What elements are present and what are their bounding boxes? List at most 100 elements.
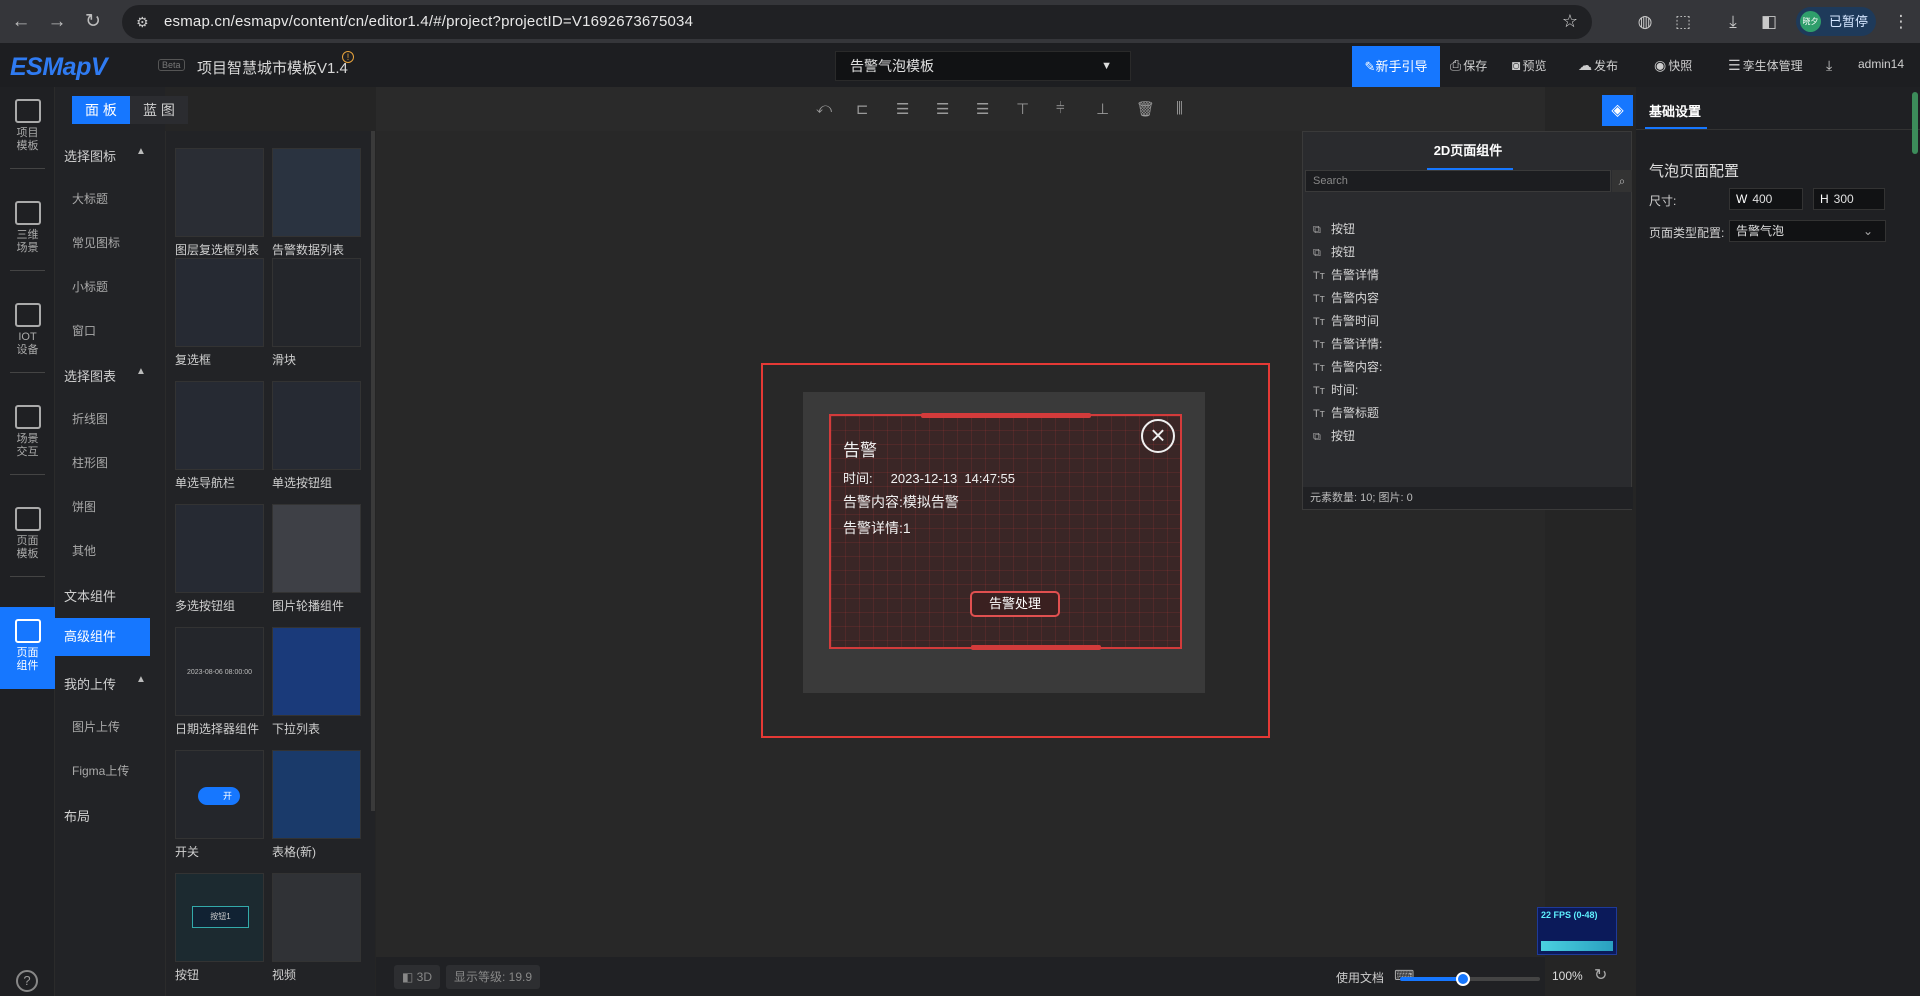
thumb-radio-group[interactable]: 单选按钮组 xyxy=(272,381,361,491)
thumb-layer-checkbox-list[interactable]: 图层复选框列表 xyxy=(175,148,264,258)
thumb-multi-button-group[interactable]: 多选按钮组 xyxy=(175,504,264,614)
site-info-icon[interactable]: ⚙ xyxy=(136,13,154,31)
align-middle-icon[interactable]: ⫩ xyxy=(1056,100,1065,117)
align-right-icon[interactable]: ☰ xyxy=(976,100,989,118)
thumb-button[interactable]: 按钮1 按钮 xyxy=(175,873,264,983)
layers-toggle-button[interactable]: ◈ xyxy=(1602,95,1633,126)
rail-project-template[interactable]: 项目 模板 xyxy=(0,87,55,169)
thumb-slider[interactable]: 滑块 xyxy=(272,258,361,368)
thumb-image-carousel[interactable]: 图片轮播组件 xyxy=(272,504,361,614)
help-icon[interactable]: ? xyxy=(16,970,38,992)
reload-icon[interactable]: ↻ xyxy=(80,9,106,35)
publish-button[interactable]: ☁ 发布 xyxy=(1578,57,1618,74)
sub-common-icon[interactable]: 常见图标 xyxy=(72,234,120,251)
export-icon[interactable]: ⤓ xyxy=(1826,57,1834,74)
distribute-icon[interactable]: ⫼ xyxy=(1176,100,1183,117)
thumb-radio-nav[interactable]: 单选导航栏 xyxy=(175,381,264,491)
right-scrollbar[interactable] xyxy=(1912,92,1918,154)
rail-3d-scene[interactable]: 三维 场景 xyxy=(0,189,55,271)
sub-window[interactable]: 窗口 xyxy=(72,322,96,339)
keyboard-icon[interactable]: ⌨ xyxy=(1394,967,1414,984)
forward-icon[interactable]: → xyxy=(44,9,70,35)
category-text[interactable]: 文本组件 xyxy=(64,586,116,605)
profile-paused-button[interactable]: 晓夕 已暂停 xyxy=(1796,7,1876,36)
sub-big-title[interactable]: 大标题 xyxy=(72,190,108,207)
tab-basic-settings[interactable]: 基础设置 xyxy=(1649,101,1701,120)
sub-image-upload[interactable]: 图片上传 xyxy=(72,718,120,735)
layer-item[interactable]: ⧉ 按钮 xyxy=(1313,243,1355,260)
thumb-dropdown[interactable]: 下拉列表 xyxy=(272,627,361,737)
thumbnail-scrollbar[interactable] xyxy=(371,131,375,811)
category-icons[interactable]: 选择图标 ▲ xyxy=(64,146,146,165)
menu-kebab-icon[interactable]: ⋮ xyxy=(1888,9,1914,35)
zoom-slider-knob[interactable] xyxy=(1456,972,1470,986)
user-name[interactable]: admin14 xyxy=(1858,57,1904,71)
template-select[interactable]: 告警气泡模板 ▼ xyxy=(835,51,1131,81)
back-icon[interactable]: ← xyxy=(8,9,34,35)
rail-iot-device[interactable]: IOT 设备 xyxy=(0,291,55,373)
extensions-icon[interactable]: ⬚ xyxy=(1670,9,1696,35)
address-bar[interactable]: ⚙ esmap.cn/esmapv/content/cn/editor1.4/#… xyxy=(122,5,1592,39)
extension-badge-icon[interactable]: ◍ xyxy=(1632,9,1658,35)
docs-link[interactable]: 使用文档 xyxy=(1336,969,1384,986)
page-type-select[interactable]: 告警气泡 ⌄ xyxy=(1729,220,1886,242)
align-left-icon[interactable]: ☰ xyxy=(896,100,909,118)
alarm-time[interactable]: 时间: 2023-12-13 14:47:55 xyxy=(843,468,1015,487)
layer-item[interactable]: Tт 告警时间 xyxy=(1313,312,1379,329)
rail-scene-interaction[interactable]: 场景 交互 xyxy=(0,393,55,475)
side-panel-icon[interactable]: ◧ xyxy=(1756,9,1782,35)
3d-mode-button[interactable]: ◧ 3D xyxy=(394,965,441,989)
redo-icon[interactable]: ⊏ xyxy=(856,100,869,118)
rail-page-component[interactable]: 页面 组件 xyxy=(0,607,55,689)
reset-zoom-icon[interactable]: ↻ xyxy=(1594,965,1607,985)
undo-icon[interactable]: ⤺ xyxy=(816,100,832,117)
close-icon[interactable]: × xyxy=(1141,419,1175,453)
align-top-icon[interactable]: ⊤ xyxy=(1016,100,1029,118)
rail-page-template[interactable]: 页面 模板 xyxy=(0,495,55,577)
layer-item[interactable]: Tт 时间: xyxy=(1313,381,1358,398)
sub-other-chart[interactable]: 其他 xyxy=(72,542,96,559)
layer-item[interactable]: ⧉ 按钮 xyxy=(1313,427,1355,444)
alarm-detail[interactable]: 告警详情:1 xyxy=(843,518,911,538)
delete-icon[interactable]: 🗑 xyxy=(1136,100,1155,118)
layer-item[interactable]: Tт 告警内容 xyxy=(1313,289,1379,306)
save-button[interactable]: ⎙ 保存 xyxy=(1450,57,1487,74)
bookmark-star-icon[interactable]: ☆ xyxy=(1562,11,1578,32)
align-center-icon[interactable]: ☰ xyxy=(936,100,949,118)
align-bottom-icon[interactable]: ⊥ xyxy=(1096,100,1109,118)
category-layout[interactable]: 布局 xyxy=(64,806,90,825)
layer-item[interactable]: Tт 告警内容: xyxy=(1313,358,1382,375)
thumb-date-picker[interactable]: 2023-08-06 08:00:00 日期选择器组件 xyxy=(175,627,264,737)
thumb-alarm-list[interactable]: 告警数据列表 xyxy=(272,148,361,258)
alarm-title[interactable]: 告警 xyxy=(843,436,877,461)
download-icon[interactable]: ⤓ xyxy=(1720,9,1746,35)
layer-item[interactable]: Tт 告警标题 xyxy=(1313,404,1379,421)
category-charts[interactable]: 选择图表 ▲ xyxy=(64,366,146,385)
thumb-switch[interactable]: 开开关 xyxy=(175,750,264,860)
thumb-checkbox[interactable]: 复选框 xyxy=(175,258,264,368)
zoom-slider[interactable] xyxy=(1400,972,1540,986)
info-icon[interactable]: ! xyxy=(342,51,354,63)
sub-small-title[interactable]: 小标题 xyxy=(72,278,108,295)
alarm-bubble[interactable]: 告警 时间: 2023-12-13 14:47:55 告警内容:模拟告警 告警详… xyxy=(829,413,1182,650)
height-input[interactable]: H 300 xyxy=(1813,188,1885,210)
thumb-table-new[interactable]: 表格(新) xyxy=(272,750,361,860)
sub-pie-chart[interactable]: 饼图 xyxy=(72,498,96,515)
layer-item[interactable]: Tт 告警详情 xyxy=(1313,266,1379,283)
search-icon[interactable]: ⌕ xyxy=(1612,170,1632,192)
snapshot-button[interactable]: ◉ 快照 xyxy=(1654,57,1692,74)
category-advanced[interactable]: 高级组件 xyxy=(55,618,150,656)
guide-button[interactable]: ✎新手引导 xyxy=(1352,46,1440,87)
layer-search-input[interactable]: Search xyxy=(1305,170,1611,192)
category-uploads[interactable]: 我的上传 ▲ xyxy=(64,674,146,693)
twin-manage-button[interactable]: ☰ 孪生体管理 xyxy=(1728,57,1803,74)
alarm-handle-button[interactable]: 告警处理 xyxy=(970,591,1060,617)
alarm-content[interactable]: 告警内容:模拟告警 xyxy=(843,492,959,512)
preview-button[interactable]: ◙ 预览 xyxy=(1512,57,1546,74)
sub-line-chart[interactable]: 折线图 xyxy=(72,410,108,427)
sub-figma-upload[interactable]: Figma上传 xyxy=(72,762,129,779)
tab-panel[interactable]: 面 板 xyxy=(72,96,130,124)
sub-bar-chart[interactable]: 柱形图 xyxy=(72,454,108,471)
width-input[interactable]: W 400 xyxy=(1729,188,1803,210)
layer-item[interactable]: Tт 告警详情: xyxy=(1313,335,1382,352)
